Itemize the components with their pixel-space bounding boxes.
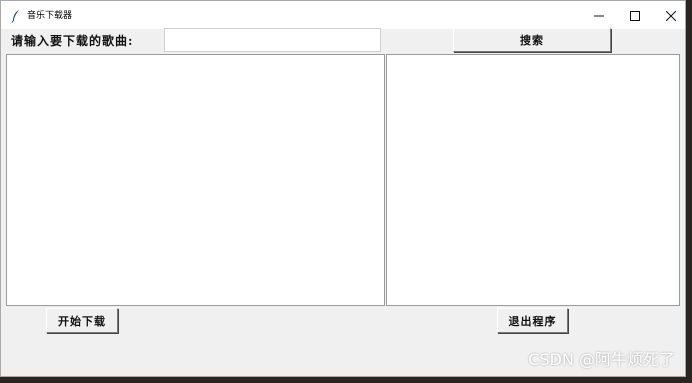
song-search-input[interactable] <box>164 28 381 52</box>
search-button[interactable]: 搜索 <box>453 28 611 52</box>
start-download-button[interactable]: 开始下载 <box>46 308 118 333</box>
song-name-label: 请输入要下载的歌曲: <box>11 34 134 48</box>
maximize-button[interactable] <box>617 1 653 29</box>
exit-program-button[interactable]: 退出程序 <box>497 308 568 333</box>
close-icon <box>665 6 677 25</box>
song-results-listbox[interactable] <box>6 54 385 306</box>
minimize-button[interactable] <box>581 1 617 29</box>
feather-icon <box>11 8 21 23</box>
app-window: 音乐下载器 请输入要下载的歌曲: 搜索 开始下载 退出程序 CSDN @阿牛烦死… <box>0 0 686 377</box>
minimize-icon <box>594 6 604 25</box>
close-button[interactable] <box>653 1 689 29</box>
window-title: 音乐下载器 <box>27 11 73 21</box>
csdn-watermark: CSDN @阿牛烦死了 <box>528 350 675 369</box>
title-bar[interactable]: 音乐下载器 <box>1 1 685 29</box>
download-status-listbox[interactable] <box>386 54 680 306</box>
maximize-icon <box>630 6 640 25</box>
